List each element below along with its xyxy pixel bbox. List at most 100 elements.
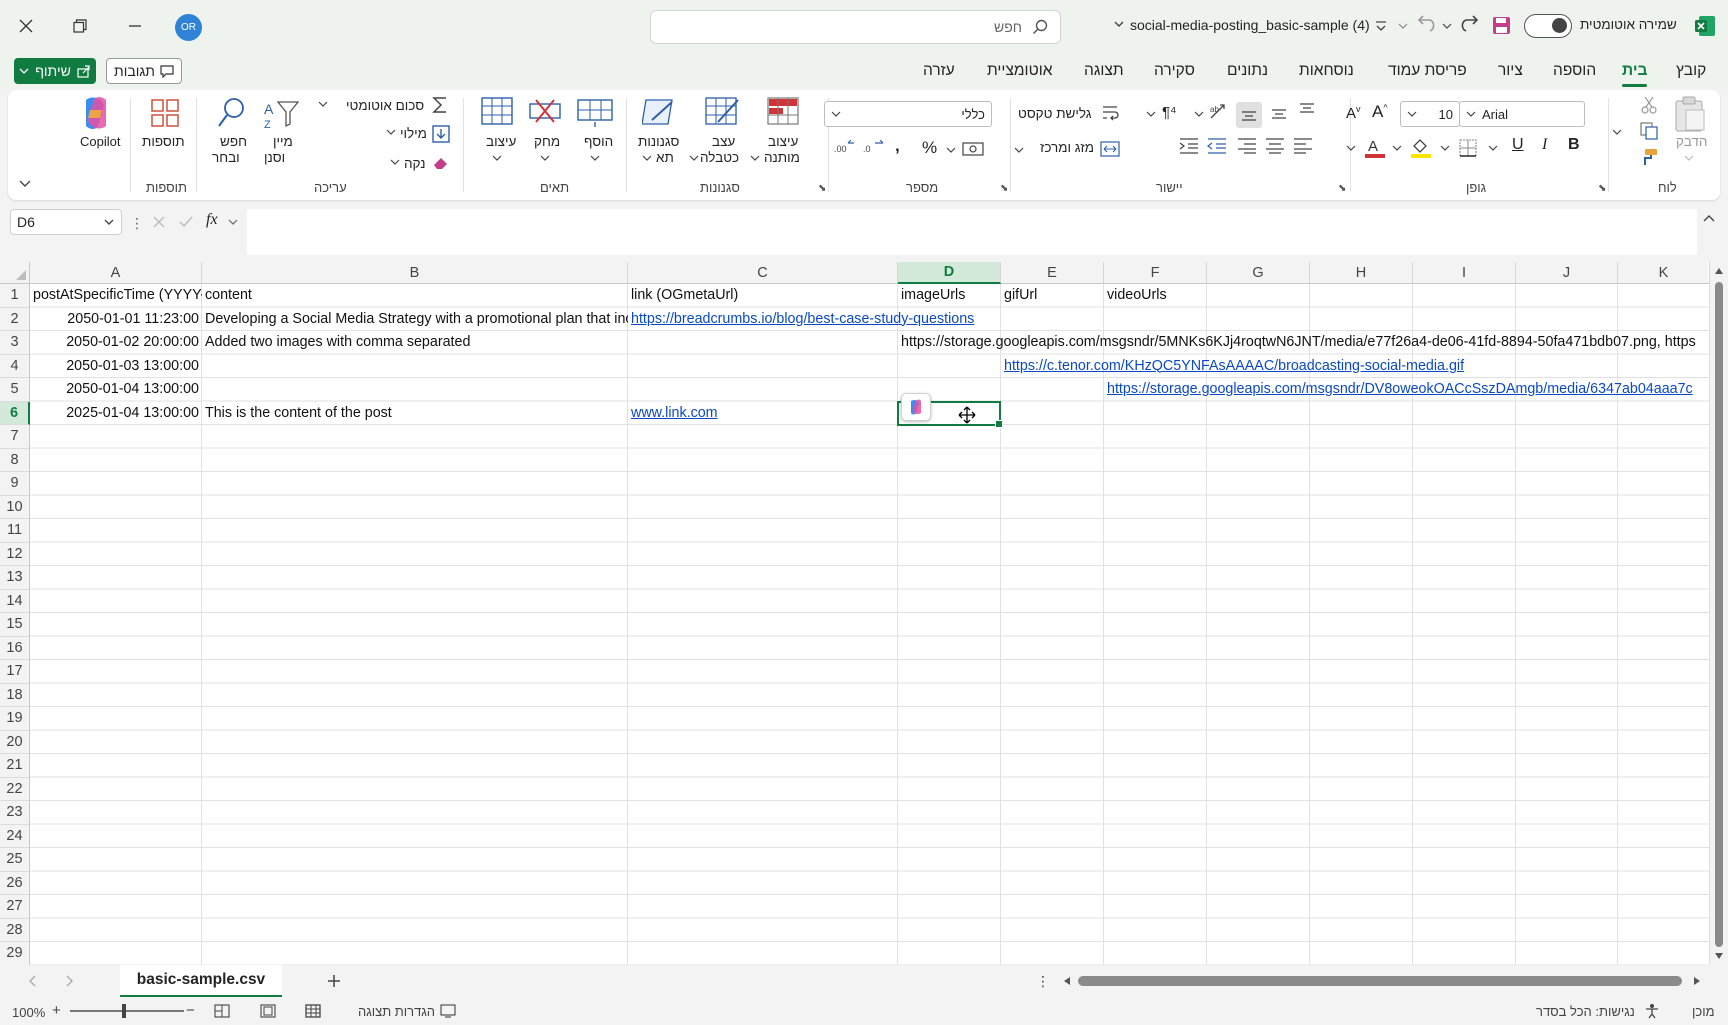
increase-indent-icon[interactable] [1178,136,1200,156]
orientation-dropdown-icon[interactable] [1194,110,1204,118]
row-header-10[interactable]: 10 [0,495,30,519]
accounting-format-icon[interactable] [962,140,984,158]
row-header-6[interactable]: 6 [0,401,30,425]
row-header-9[interactable]: 9 [0,472,30,496]
cell-b1[interactable]: content [202,284,628,307]
spreadsheet-grid[interactable]: ABCDEFGHIJK 1 2 3 4 5 6 7 8 9 10 11 12 13 14 15 16 17 18 1… [0,262,1728,965]
column-header-k[interactable]: K [1618,262,1710,284]
autosave-toggle[interactable] [1524,14,1572,38]
eraser-icon[interactable] [432,154,450,170]
merge-dropdown-icon[interactable] [1014,146,1024,154]
wrap-text-icon[interactable] [1102,104,1120,122]
row-header-25[interactable]: 25 [0,848,30,872]
row-header-20[interactable]: 20 [0,730,30,754]
conditional-formatting-label-1[interactable]: עיצוב [768,134,798,149]
cell-d3[interactable]: https://storage.googleapis.com/msgsndr/5… [898,331,1710,354]
format-dropdown-icon[interactable] [492,154,502,162]
autosum-icon[interactable] [432,96,448,114]
row-header-19[interactable]: 19 [0,707,30,731]
undo-dropdown-icon[interactable] [1442,22,1452,30]
row-header-11[interactable]: 11 [0,519,30,543]
row-header-24[interactable]: 24 [0,824,30,848]
insert-cells-icon[interactable] [576,96,614,128]
row-header-13[interactable]: 13 [0,566,30,590]
percent-style-icon[interactable]: % [922,138,937,158]
next-sheet-icon[interactable] [64,975,74,987]
font-size-select[interactable]: 10 [1400,101,1460,127]
row-header-16[interactable]: 16 [0,636,30,660]
text-direction-icon[interactable]: ¶⁴ [1162,104,1177,121]
fill-color-dropdown-icon[interactable] [1392,144,1402,152]
function-dropdown-icon[interactable] [228,218,238,226]
underline-dropdown-icon[interactable] [1488,144,1498,152]
number-launcher-icon[interactable]: ⬊ [1000,183,1008,194]
sheet-options-icon[interactable]: ⋮ [1036,973,1050,990]
increase-font-size-icon[interactable]: A^ [1372,102,1388,122]
bold-icon[interactable]: B [1568,136,1580,154]
close-window-button[interactable] [12,12,40,40]
customize-toolbar-icon[interactable] [1374,18,1388,32]
font-color-dropdown-icon[interactable] [1346,144,1356,152]
paste-label[interactable]: הדבק [1676,134,1707,149]
format-cells-label[interactable]: עיצוב [486,134,516,149]
row-header-15[interactable]: 15 [0,613,30,637]
cell-f1[interactable]: videoUrls [1104,284,1207,307]
conditional-formatting-icon[interactable] [766,96,800,128]
row-header-17[interactable]: 17 [0,660,30,684]
row-header-22[interactable]: 22 [0,777,30,801]
column-header-h[interactable]: H [1310,262,1413,284]
addins-button-label[interactable]: תוספות [142,134,185,149]
horizontal-scrollbar[interactable] [1078,976,1682,986]
zoom-slider[interactable] [70,1010,184,1012]
page-break-view-icon[interactable] [214,1004,230,1018]
delete-dropdown-icon[interactable] [540,154,550,162]
minimize-window-button[interactable] [121,12,149,40]
column-header-d[interactable]: D [898,262,1001,284]
save-icon[interactable] [1492,16,1511,35]
collapse-ribbon-icon[interactable] [18,178,32,188]
zoom-in-icon[interactable]: + [52,1002,61,1019]
column-header-g[interactable]: G [1207,262,1310,284]
zoom-out-icon[interactable]: − [186,1002,195,1019]
normal-view-icon[interactable] [305,1004,321,1018]
clear-dropdown-icon[interactable] [390,158,400,166]
font-name-select[interactable]: Arial [1459,101,1585,127]
merge-center-icon[interactable] [1100,140,1120,158]
tab-formulas[interactable]: נוסחאות [1299,62,1354,80]
file-title[interactable]: social-media-posting_basic-sample (4) [1130,17,1370,33]
row-header-28[interactable]: 28 [0,918,30,942]
row-header-4[interactable]: 4 [0,354,30,378]
cell-styles-label-1[interactable]: סגנונות [638,134,679,149]
row-header-5[interactable]: 5 [0,378,30,402]
cell-a1[interactable]: postAtSpecificTime (YYYY-MM-DD HH:MM:SS) [30,284,202,307]
comma-style-icon[interactable]: , [895,136,900,156]
align-right-icon[interactable] [1236,136,1258,156]
page-layout-view-icon[interactable] [260,1004,276,1018]
font-launcher-icon[interactable]: ⬊ [1598,183,1606,194]
align-bottom-button[interactable] [1236,102,1262,128]
select-all-button[interactable] [0,262,30,284]
row-header-14[interactable]: 14 [0,589,30,613]
name-box[interactable]: D6 [10,209,122,235]
cell-a5[interactable]: 2050-01-04 13:00:00 [30,378,202,401]
styles-launcher-icon[interactable]: ⬊ [818,183,826,194]
number-format-select[interactable]: כללי [824,101,992,127]
align-top-icon[interactable] [1294,98,1320,124]
find-select-label-2[interactable]: ובחר [212,150,240,165]
copy-icon[interactable] [1640,122,1658,140]
column-header-a[interactable]: A [30,262,202,284]
sort-filter-icon[interactable]: AZ [264,98,300,130]
previous-sheet-icon[interactable] [28,975,38,987]
column-header-c[interactable]: C [628,262,898,284]
add-sheet-icon[interactable] [326,973,342,989]
fill-color-icon[interactable] [1410,136,1432,158]
column-header-i[interactable]: I [1413,262,1516,284]
format-as-table-dropdown-icon[interactable] [689,154,699,162]
cell-styles-label-2[interactable]: תא [656,150,674,165]
autosum-dropdown-icon[interactable] [318,100,328,108]
underline-icon[interactable]: U [1512,136,1524,154]
tab-data[interactable]: נתונים [1227,62,1268,80]
paste-icon[interactable] [1672,96,1708,132]
sheet-tab-basic-sample[interactable]: basic-sample.csv [120,965,282,997]
insert-dropdown-icon[interactable] [590,154,600,162]
